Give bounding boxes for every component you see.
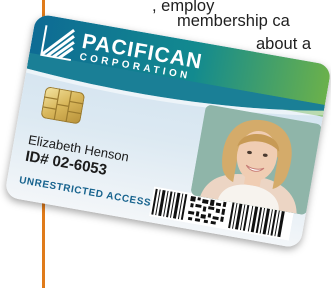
access-label: UNRESTRICTED ACCESS: [18, 174, 152, 210]
stripes-logo-icon: [40, 25, 75, 62]
background-text-line-2: membership ca: [177, 12, 290, 30]
background-text-line-3: about a: [256, 35, 312, 53]
smart-chip-icon: [41, 86, 85, 124]
